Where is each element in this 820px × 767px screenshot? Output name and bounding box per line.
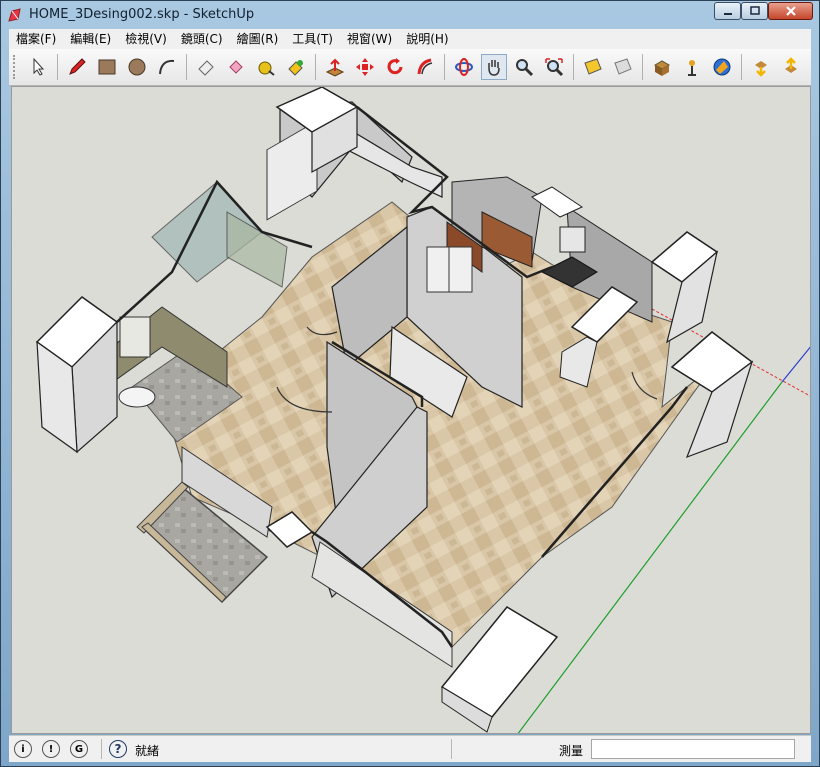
sketchup-window: HOME_3Desing002.skp - SketchUp 檔案(F) 編輯(… — [0, 0, 820, 767]
toolbar-separator — [315, 54, 316, 80]
component-icon — [653, 60, 671, 76]
share-model-icon — [785, 57, 797, 73]
menu-edit[interactable]: 編輯(E) — [63, 29, 118, 49]
minimize-button[interactable] — [714, 2, 741, 20]
zoom-tool[interactable] — [511, 54, 537, 80]
menu-draw[interactable]: 繪圖(R) — [230, 29, 286, 49]
window — [266, 120, 318, 221]
minimize-icon — [723, 13, 732, 15]
paint-bucket-tool[interactable] — [223, 54, 249, 80]
floor-plan-model[interactable] — [12, 87, 811, 734]
toolbar — [9, 49, 811, 86]
toolbar-separator — [741, 54, 742, 80]
position-camera-tool[interactable] — [679, 54, 705, 80]
eraser-icon — [198, 60, 214, 76]
menu-file[interactable]: 檔案(F) — [9, 29, 63, 49]
close-icon — [785, 6, 796, 16]
bath-window — [119, 316, 151, 358]
toilet — [118, 386, 156, 408]
circle-icon — [128, 58, 146, 76]
maximize-icon — [749, 6, 760, 15]
toolbar-separator — [444, 54, 445, 80]
position-camera-icon — [688, 60, 696, 76]
zoom-extents-icon — [545, 58, 564, 77]
orbit-tool[interactable] — [451, 54, 477, 80]
rotate-icon — [387, 58, 403, 75]
section-plane-tool[interactable] — [580, 54, 606, 80]
paint-bucket-icon — [229, 60, 243, 74]
arc-tool[interactable] — [154, 54, 180, 80]
credits-icon[interactable]: ! — [42, 740, 60, 758]
follow-me-tool[interactable] — [412, 54, 438, 80]
paint-icon — [288, 60, 303, 76]
select-tool[interactable] — [25, 54, 51, 80]
arc-icon — [159, 59, 175, 75]
tape-measure-icon — [258, 61, 275, 76]
get-models-icon — [755, 61, 767, 77]
zoom-extents-tool[interactable] — [541, 54, 567, 80]
paint-tool[interactable] — [283, 54, 309, 80]
glass-shower — [226, 211, 288, 288]
push-pull-icon — [325, 58, 345, 77]
component-tool[interactable] — [649, 54, 675, 80]
move-tool[interactable] — [352, 54, 378, 80]
eraser-tool[interactable] — [193, 54, 219, 80]
blue-axis — [781, 346, 810, 383]
circle-tool[interactable] — [124, 54, 150, 80]
geolocation-icon[interactable]: i — [14, 740, 32, 758]
status-divider — [101, 739, 102, 759]
menu-help[interactable]: 說明(H) — [399, 29, 455, 49]
move-icon — [356, 58, 374, 76]
toolbar-separator — [642, 54, 643, 80]
menu-camera[interactable]: 鏡頭(C) — [174, 29, 230, 49]
menu-view[interactable]: 檢視(V) — [118, 29, 174, 49]
close-button[interactable] — [768, 2, 813, 20]
section-fill-icon — [614, 58, 632, 75]
tape-measure-tool[interactable] — [253, 54, 279, 80]
sketchup-app-icon — [8, 8, 21, 22]
pencil-tool[interactable] — [64, 54, 90, 80]
toolbar-separator — [57, 54, 58, 80]
measurements-label: 測量 — [559, 744, 584, 758]
range-hood — [559, 226, 586, 253]
menu-tools[interactable]: 工具(T) — [285, 29, 340, 49]
rectangle-tool[interactable] — [94, 54, 120, 80]
pan-tool[interactable] — [481, 54, 507, 80]
rotate-tool[interactable] — [382, 54, 408, 80]
section-fill-tool[interactable] — [610, 54, 636, 80]
follow-me-icon — [417, 58, 433, 75]
status-divider — [451, 739, 452, 759]
share-model-tool[interactable] — [778, 54, 804, 80]
help-icon[interactable]: ? — [109, 740, 127, 758]
toolbar-separator — [186, 54, 187, 80]
window-controls — [714, 2, 813, 20]
select-icon — [33, 57, 45, 76]
title-bar[interactable]: HOME_3Desing002.skp - SketchUp — [1, 1, 819, 29]
menu-bar: 檔案(F) 編輯(E) 檢視(V) 鏡頭(C) 繪圖(R) 工具(T) 視窗(W… — [9, 29, 811, 49]
account-icon[interactable]: G — [70, 740, 88, 758]
measurements-input[interactable] — [591, 739, 795, 759]
rectangle-icon — [98, 59, 116, 75]
orbit-icon — [455, 58, 473, 76]
pencil-icon — [69, 58, 86, 75]
status-bar: i ! G ? 就緒 測量 — [9, 735, 811, 762]
get-models-tool[interactable] — [748, 54, 774, 80]
section-icon — [584, 58, 602, 75]
push-pull-tool[interactable] — [322, 54, 348, 80]
status-text: 就緒 — [135, 744, 160, 758]
modeling-viewport[interactable] — [11, 86, 811, 734]
google-earth-tool[interactable] — [709, 54, 735, 80]
google-earth-icon — [713, 58, 731, 76]
maximize-button[interactable] — [741, 2, 768, 20]
window-title: HOME_3Desing002.skp - SketchUp — [29, 7, 255, 22]
zoom-icon — [516, 59, 534, 77]
toolbar-separator — [573, 54, 574, 80]
toolbar-grip[interactable] — [13, 55, 19, 79]
menu-window[interactable]: 視窗(W) — [340, 29, 399, 49]
pan-icon — [488, 60, 500, 76]
